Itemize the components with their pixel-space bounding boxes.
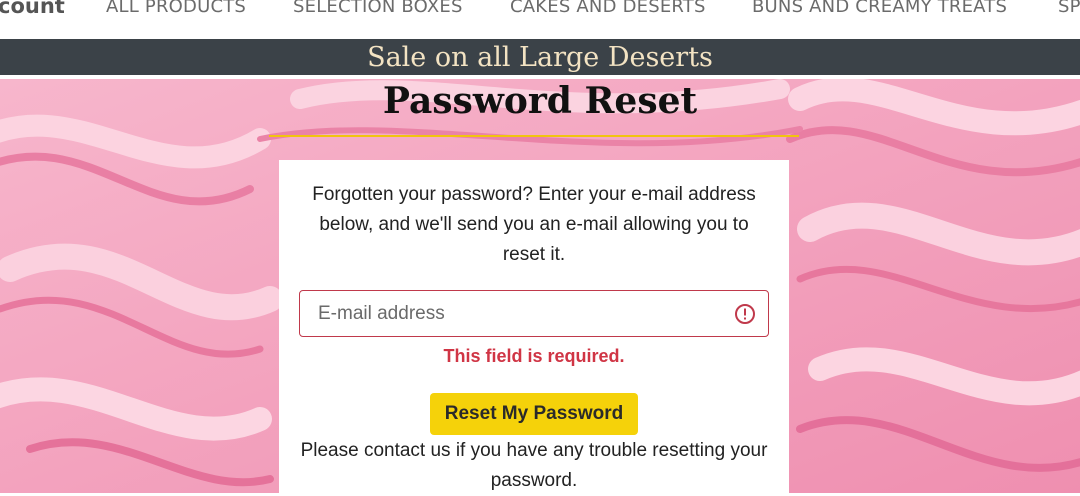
intro-text: Forgotten your password? Enter your e-ma… [312,184,756,265]
email-field[interactable] [299,290,769,337]
sale-banner-text: Sale on all Large Deserts [367,42,713,73]
nav-item-cakes-and-deserts[interactable]: CAKES AND DESERTS [510,0,706,17]
nav-item-buns-and-creamy-treats[interactable]: BUNS AND CREAMY TREATS [752,0,1007,17]
top-nav: count ALL PRODUCTS SELECTION BOXES CAKES… [0,0,1080,39]
nav-item-selection-boxes[interactable]: SELECTION BOXES [293,0,463,17]
email-error-message: This field is required. [443,346,625,366]
sale-banner: Sale on all Large Deserts [0,39,1080,75]
alert-circle-icon [735,304,755,324]
nav-account-link[interactable]: count [0,0,65,18]
nav-item-specials[interactable]: SP [1058,0,1080,17]
contact-text: Please contact us if you have any troubl… [300,440,768,491]
reset-password-button[interactable]: Reset My Password [430,393,638,435]
password-reset-card: Forgotten your password? Enter your e-ma… [279,160,789,493]
page-title: Password Reset [382,80,698,122]
email-input[interactable] [316,291,716,336]
nav-item-all-products[interactable]: ALL PRODUCTS [106,0,246,17]
title-underline [269,135,799,137]
